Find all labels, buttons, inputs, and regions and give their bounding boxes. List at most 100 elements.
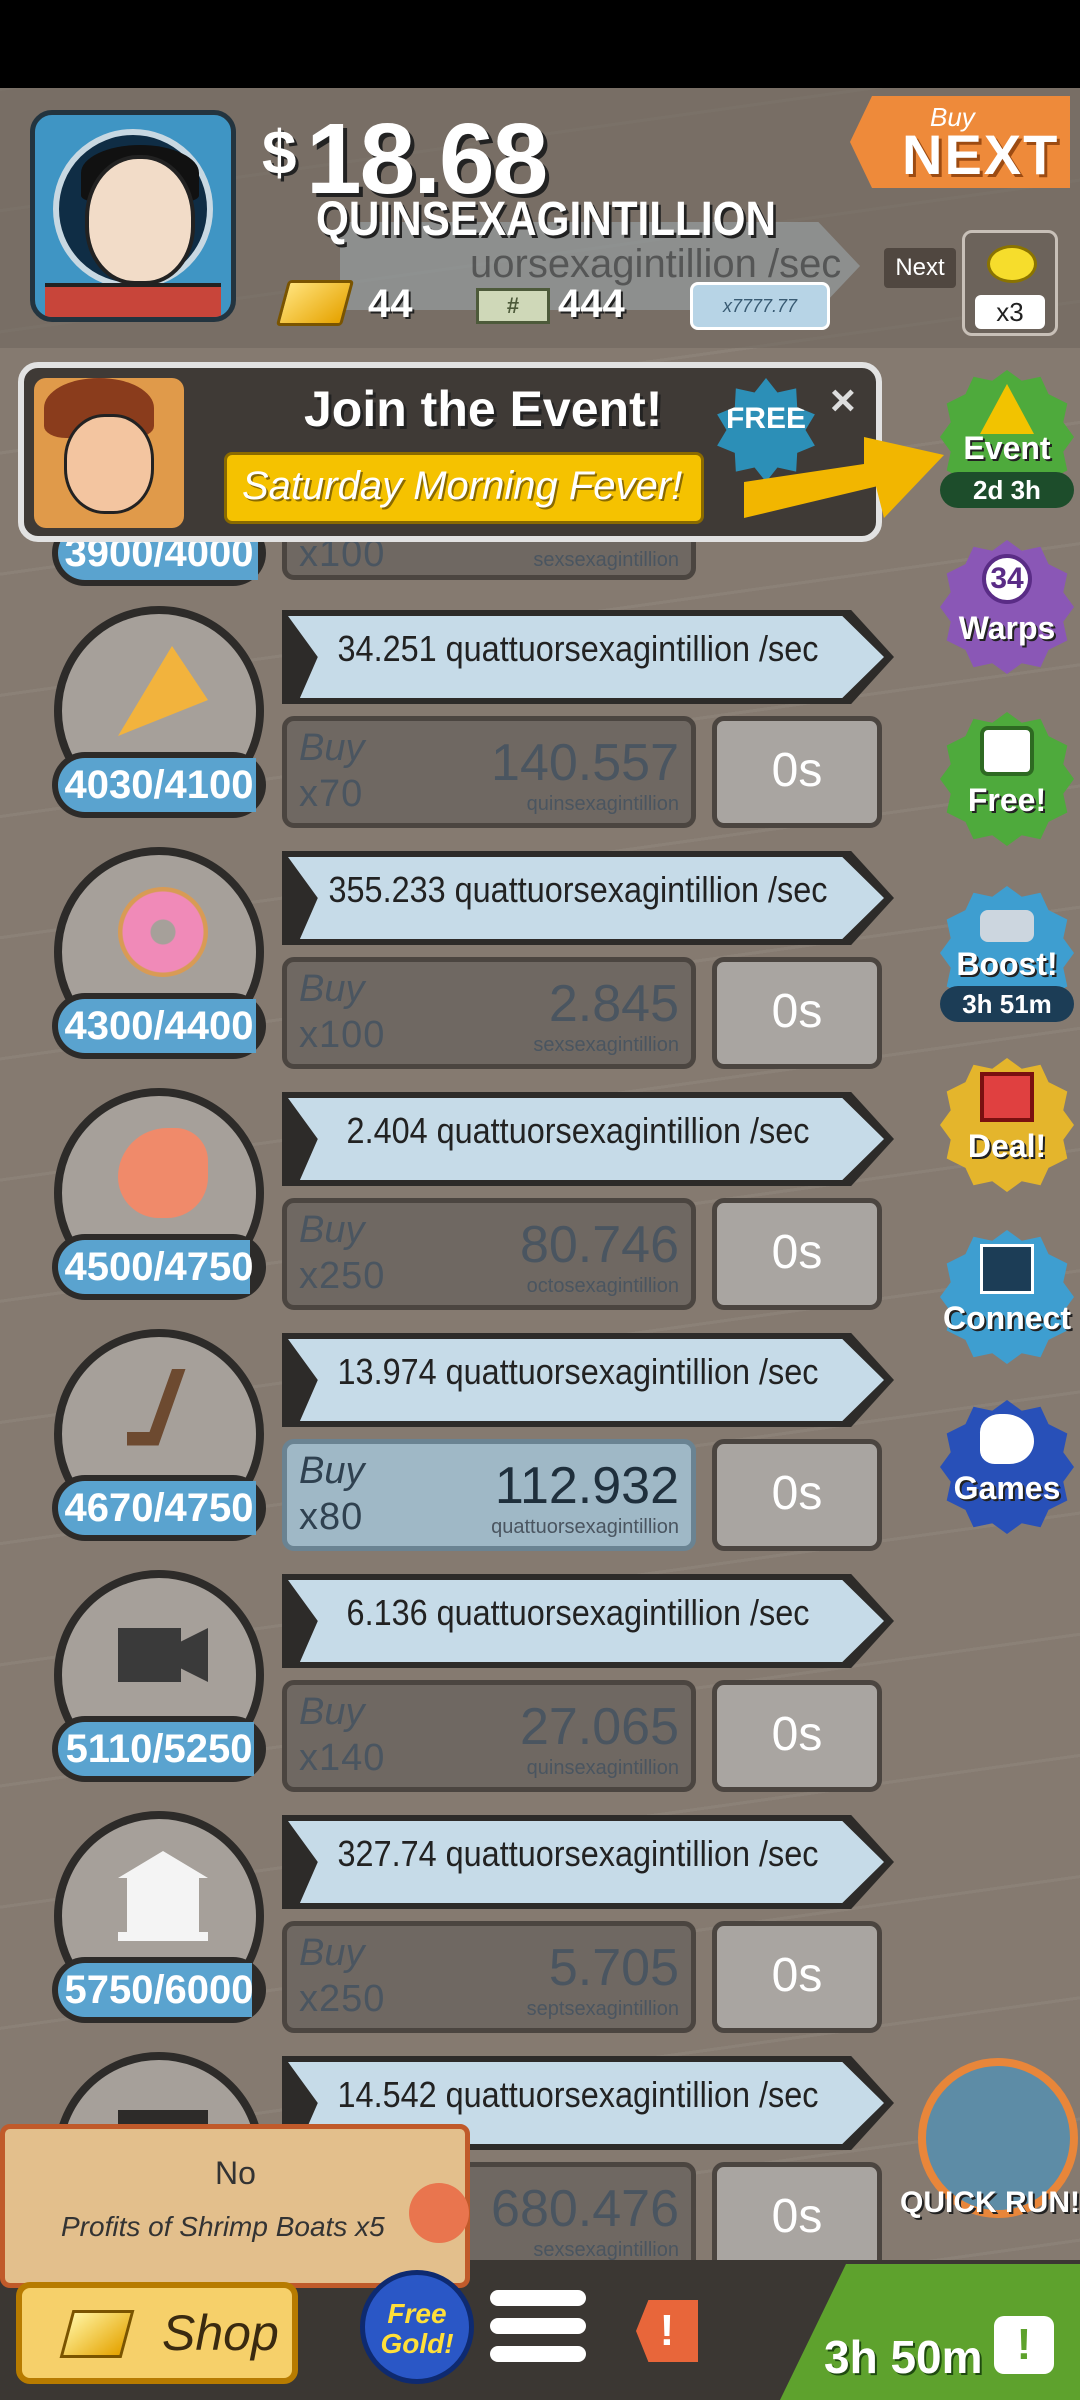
buy-button[interactable]: Buy x250 5.705 septsexagintillion — [282, 1921, 696, 2033]
splash-icon — [980, 1414, 1034, 1464]
business-row: 4500/4750 2.404 quattuorsexagintillion /s… — [0, 1088, 900, 1328]
gold-count: 44 — [368, 282, 413, 326]
buy-button[interactable]: Buy x140 27.065 quinsexagintillion — [282, 1680, 696, 1792]
rate-text: 6.136 quattuorsexagintillion /sec — [346, 1592, 810, 1633]
buy-multiplier: x70 — [299, 773, 364, 815]
quick-run-label: QUICK RUN! — [900, 2186, 1080, 2219]
event-timer: 2d 3h — [940, 472, 1074, 508]
free-badge-label: FREE — [725, 402, 806, 435]
buy-unit: sexsexagintillion — [533, 2239, 679, 2261]
shop-label: Shop — [162, 2305, 279, 2361]
free-label: Free! — [967, 782, 1047, 818]
bottom-timer: 3h 50m — [824, 2331, 983, 2383]
games-button[interactable]: Games — [940, 1400, 1074, 1534]
buy-cost: 140.557 — [491, 734, 679, 792]
rate-text: 355.233 quattuorsexagintillion /sec — [328, 869, 828, 910]
count-text: 5750/6000 — [64, 1968, 254, 2012]
count-text: 4500/4750 — [64, 1245, 254, 1289]
buy-button[interactable]: Buy x80 112.932 quattuorsexagintillion — [282, 1439, 696, 1551]
business-row: 4670/4750 13.974 quattuorsexagintillion /… — [0, 1329, 900, 1569]
warps-label: Warps — [958, 610, 1056, 646]
buy-unit: sexsexagintillion — [533, 549, 679, 571]
business-row: 4030/4100 34.251 quattuorsexagintillion /… — [0, 606, 900, 846]
buy-unit: sexsexagintillion — [533, 1034, 679, 1056]
donut-icon — [118, 887, 208, 977]
buy-cost: 680.476 — [491, 2180, 679, 2238]
deal-label: Deal! — [967, 1128, 1047, 1164]
buy-label: Buy — [299, 1209, 365, 1251]
warp-bomb-icon: 34 — [982, 554, 1032, 604]
gold-bar-icon — [275, 280, 355, 326]
shrimp-icon — [118, 1128, 208, 1218]
count-pill: 5110/5250 — [52, 1716, 266, 1782]
run-timer-button[interactable]: 0s — [712, 1680, 882, 1792]
cash-unit: QUINSEXAGINTILLION — [316, 193, 776, 246]
buy-unit: quinsexagintillion — [526, 793, 679, 815]
rate-text: 34.251 quattuorsexagintillion /sec — [337, 628, 819, 669]
event-title: Join the Event! — [304, 381, 663, 437]
menu-icon[interactable] — [490, 2290, 586, 2370]
business-row: 5110/5250 6.136 quattuorsexagintillion /s… — [0, 1570, 900, 1810]
buy-label: Buy — [299, 1450, 365, 1492]
next-multiplier-box[interactable]: x3 — [962, 230, 1058, 336]
next-label: Next — [884, 248, 956, 288]
tv-icon: ! — [994, 2316, 1054, 2374]
profits-toast: No Profits of Shrimp Boats x5 — [0, 2124, 470, 2288]
event-banner[interactable]: Join the Event! Saturday Morning Fever! … — [18, 362, 944, 542]
buy-next-big: NEXT — [902, 123, 1060, 186]
buy-unit: octosexagintillion — [526, 1275, 679, 1297]
megabucks-count: 444 — [558, 282, 625, 326]
shop-button[interactable]: Shop — [16, 2282, 298, 2384]
ticket-multiplier[interactable]: x7777.77 — [690, 282, 830, 330]
run-timer-button[interactable]: 0s — [712, 1198, 882, 1310]
rate-text: 327.74 quattuorsexagintillion /sec — [337, 1833, 819, 1874]
run-timer-button[interactable]: 0s — [712, 716, 882, 828]
header: uorsexagintillion /sec $ 18.68 QUINSEXAG… — [0, 88, 1080, 348]
free-gold-button[interactable]: Free Gold! — [360, 2270, 474, 2384]
boost-timer: 3h 51m — [940, 986, 1074, 1022]
buy-cost: 5.705 — [548, 1939, 679, 1997]
event-button[interactable]: Event 2d 3h — [940, 370, 1074, 508]
free-button[interactable]: Free! — [940, 712, 1074, 846]
count-text: 4030/4100 — [64, 763, 254, 807]
buy-button[interactable]: Buy x100 2.845 sexsexagintillion — [282, 957, 696, 1069]
deal-button[interactable]: Deal! — [940, 1058, 1074, 1192]
connect-button[interactable]: Connect — [940, 1230, 1074, 1364]
run-timer-button[interactable]: 0s — [712, 1921, 882, 2033]
alert-button[interactable]: ! — [636, 2300, 698, 2362]
buy-label: Buy — [299, 968, 365, 1010]
buy-button[interactable]: Buy x250 80.746 octosexagintillion — [282, 1198, 696, 1310]
buy-next-button[interactable]: Buy NEXT — [850, 96, 1070, 188]
close-icon[interactable]: × — [830, 376, 856, 426]
run-timer-button[interactable]: 0s — [712, 957, 882, 1069]
rate-text: 2.404 quattuorsexagintillion /sec — [346, 1110, 810, 1151]
shrimp-icon — [409, 2183, 469, 2243]
megabucks-icon: # — [476, 288, 550, 324]
character-face — [64, 414, 154, 514]
business-row: 4300/4400 355.233 quattuorsexagintillion … — [0, 847, 900, 1087]
buy-multiplier: x250 — [299, 1255, 386, 1297]
buy-label: Buy — [299, 1932, 365, 1974]
buy-button[interactable]: Buy x70 140.557 quinsexagintillion — [282, 716, 696, 828]
count-pill: 4300/4400 — [52, 993, 266, 1059]
lemon-icon — [987, 245, 1037, 283]
tv-icon — [980, 726, 1034, 776]
count-pill: 4500/4750 — [52, 1234, 266, 1300]
run-timer-button[interactable]: 0s — [712, 2162, 882, 2274]
angel-investor-avatar[interactable] — [30, 110, 236, 322]
boost-button[interactable]: Boost! 3h 51m — [940, 886, 1074, 1022]
event-label: Event — [963, 430, 1051, 466]
warps-button[interactable]: 34 Warps — [940, 540, 1074, 674]
buy-cost: 27.065 — [519, 1698, 679, 1756]
run-timer-button[interactable]: 0s — [712, 1439, 882, 1551]
business-row: 5750/6000 327.74 quattuorsexagintillion /… — [0, 1811, 900, 2051]
gold-gem-icon — [59, 2310, 135, 2358]
event-character — [34, 378, 184, 528]
count-text: 4300/4400 — [64, 1004, 254, 1048]
event-subtitle: Saturday Morning Fever! — [242, 464, 683, 508]
cash-symbol: $ — [262, 119, 297, 188]
ghost-rate-text: uorsexagintillion /sec — [470, 242, 842, 286]
count-pill: 4030/4100 — [52, 752, 266, 818]
buy-multiplier: x80 — [299, 1496, 364, 1538]
connect-label: Connect — [943, 1300, 1071, 1336]
